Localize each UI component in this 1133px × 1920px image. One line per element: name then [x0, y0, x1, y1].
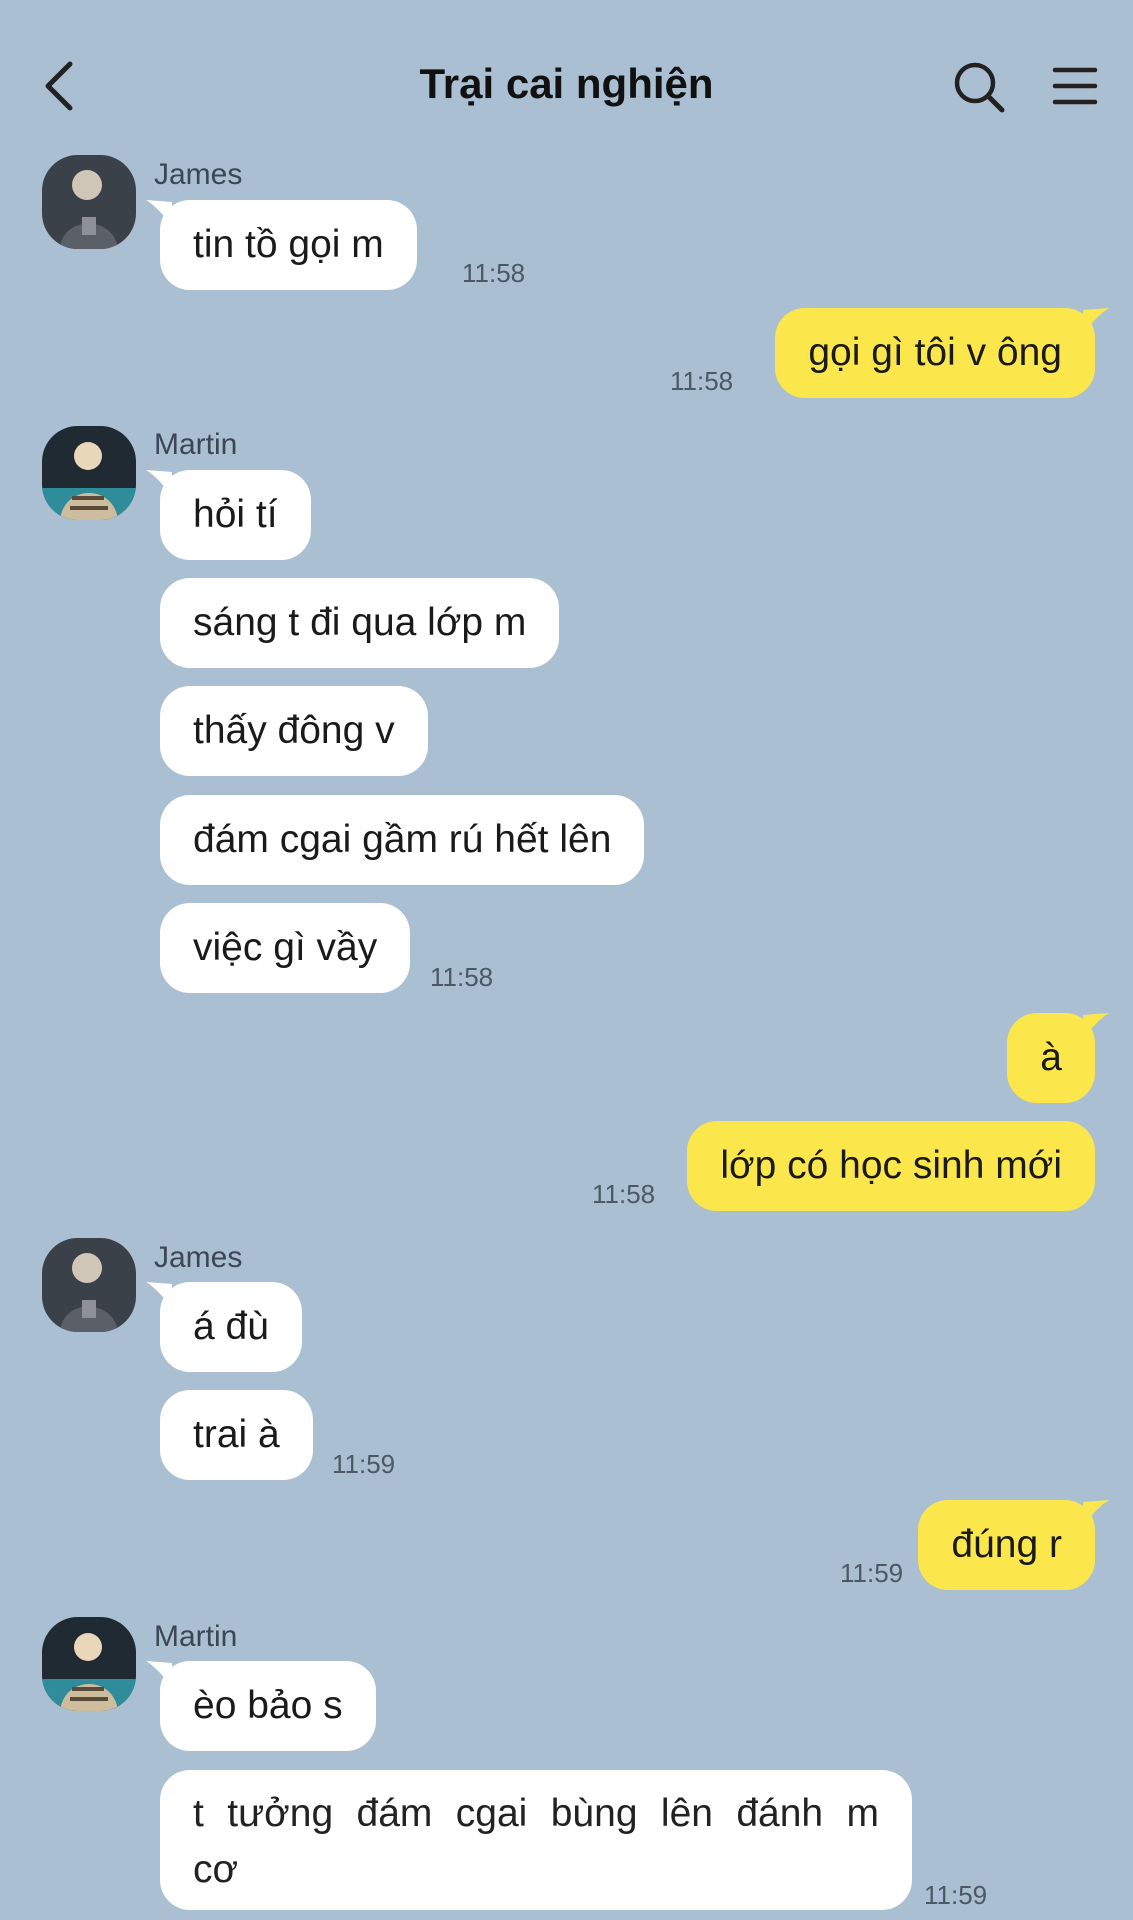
- message-text: thấy đông v: [193, 709, 395, 752]
- bubble-tail: [146, 200, 172, 226]
- avatar-martin[interactable]: [42, 426, 136, 520]
- message-bubble[interactable]: t tưởng đám cgai bùng lên đánh m cơ: [160, 1770, 912, 1910]
- message-time: 11:58: [592, 1179, 656, 1209]
- message-bubble[interactable]: èo bảo s: [146, 1661, 376, 1751]
- bubble-tail: [1083, 308, 1109, 334]
- message-time: 11:59: [840, 1558, 904, 1588]
- bubble-tail: [146, 1282, 172, 1308]
- message-bubble[interactable]: tin tồ gọi m: [146, 200, 417, 290]
- message-bubble[interactable]: việc gì vầy: [160, 903, 411, 993]
- avatar-martin[interactable]: [42, 1617, 136, 1711]
- bubble-tail: [1083, 1013, 1109, 1039]
- avatar-james[interactable]: [42, 155, 136, 249]
- message-text: sáng t đi qua lớp m: [193, 601, 527, 644]
- message-text: á đù: [193, 1305, 269, 1348]
- search-icon[interactable]: [952, 60, 1006, 114]
- bubble-tail: [146, 470, 172, 496]
- message-bubble[interactable]: đám cgai gầm rú hết lên: [160, 795, 645, 885]
- message-time: 11:59: [924, 1880, 988, 1910]
- sender-name: Martin: [154, 1620, 238, 1653]
- message-text: việc gì vầy: [193, 926, 378, 969]
- message-time: 11:59: [332, 1449, 396, 1479]
- message-time: 11:58: [462, 258, 526, 288]
- message-text: trai à: [193, 1413, 280, 1456]
- message-text: hỏi tí: [193, 493, 278, 536]
- message-bubble[interactable]: sáng t đi qua lớp m: [160, 578, 560, 668]
- message-text: èo bảo s: [193, 1684, 343, 1727]
- message-text: tin tồ gọi m: [193, 223, 384, 266]
- message-text-line: t tưởng đám cgai bùng lên đánh m: [193, 1792, 879, 1835]
- message-bubble-outgoing[interactable]: à: [1007, 1013, 1109, 1103]
- message-time: 11:58: [430, 962, 494, 992]
- message-bubble-outgoing[interactable]: lớp có học sinh mới: [687, 1121, 1095, 1211]
- message-text: đám cgai gầm rú hết lên: [193, 818, 612, 861]
- sender-name: Martin: [154, 428, 238, 461]
- message-text-line: cơ: [193, 1848, 239, 1891]
- sender-name: James: [154, 158, 243, 191]
- message-text: đúng r: [951, 1523, 1062, 1566]
- message-time: 11:58: [670, 366, 734, 396]
- sender-name: James: [154, 1241, 243, 1274]
- message-text: gọi gì tôi v ông: [808, 331, 1062, 374]
- chat-header: Trại cai nghiện: [0, 0, 1133, 170]
- message-bubble[interactable]: thấy đông v: [160, 686, 428, 776]
- message-bubble[interactable]: hỏi tí: [146, 470, 311, 560]
- message-text: à: [1040, 1036, 1062, 1079]
- message-bubble-outgoing[interactable]: gọi gì tôi v ông: [775, 308, 1109, 398]
- avatar-james[interactable]: [42, 1238, 136, 1332]
- message-bubble-outgoing[interactable]: đúng r: [918, 1500, 1109, 1590]
- hamburger-menu-icon[interactable]: [1052, 64, 1098, 108]
- bubble-tail: [146, 1661, 172, 1687]
- message-bubble[interactable]: á đù: [146, 1282, 302, 1372]
- bubble-tail: [1083, 1500, 1109, 1526]
- message-text: lớp có học sinh mới: [720, 1144, 1062, 1187]
- message-bubble[interactable]: trai à: [160, 1390, 313, 1480]
